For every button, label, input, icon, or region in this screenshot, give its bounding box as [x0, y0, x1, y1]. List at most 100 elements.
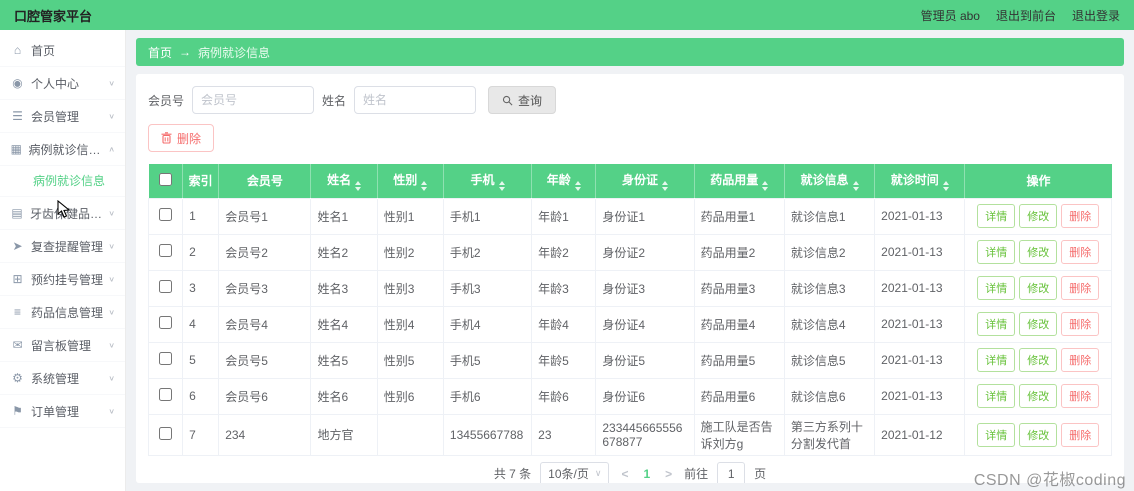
column-header[interactable]: 身份证 [595, 164, 695, 198]
member-no-input[interactable] [192, 86, 315, 114]
sort-carets-icon[interactable] [574, 180, 581, 191]
sidebar-item-3[interactable]: ▦ 病例就诊信息管理∧ [0, 133, 125, 166]
detail-button[interactable]: 详情 [977, 240, 1016, 264]
table-cell: 2021-01-13 [874, 377, 966, 415]
sidebar-item-2[interactable]: ☰ 会员管理 ∨ [0, 100, 125, 133]
sort-carets-icon[interactable] [355, 180, 362, 191]
chevron-down-icon: ∨ [594, 468, 602, 478]
breadcrumb-home[interactable]: 首页 [148, 44, 172, 61]
detail-button[interactable]: 详情 [977, 204, 1016, 228]
detail-button[interactable]: 详情 [977, 422, 1016, 447]
table-row: 1 会员号1 姓名1 性别1 手机1 年龄1 身份证1 药品用量1 就诊信息1 2021-01-1… [147, 197, 1112, 235]
app-title: 口腔管家平台 [14, 8, 93, 24]
sidebar-item-label: 订单管理 [31, 404, 80, 419]
back-to-front-link[interactable]: 退出到前台 [996, 7, 1056, 24]
row-checkbox[interactable] [159, 352, 173, 365]
detail-button[interactable]: 详情 [977, 384, 1016, 408]
row-checkbox[interactable] [159, 280, 173, 293]
detail-button[interactable]: 详情 [977, 276, 1016, 300]
sort-carets-icon[interactable] [421, 180, 428, 191]
name-input[interactable] [354, 86, 477, 114]
table-cell: 姓名5 [310, 341, 378, 379]
table-cell: 2021-01-12 [874, 413, 966, 456]
edit-button[interactable]: 修改 [1019, 276, 1058, 300]
delete-button[interactable]: 删除 [1061, 384, 1100, 408]
row-checkbox-cell [147, 413, 184, 456]
delete-button[interactable]: 删除 [1061, 348, 1100, 372]
column-header[interactable]: 药品用量 [694, 164, 785, 198]
table-cell: 就诊信息2 [783, 233, 876, 271]
sidebar-item-label: 留言板管理 [31, 338, 92, 353]
delete-button[interactable]: 删除 [1061, 276, 1100, 300]
table-cell: 年龄2 [531, 233, 597, 271]
delete-button[interactable]: 删除 [1061, 422, 1100, 447]
column-header[interactable]: 性别 [377, 164, 444, 198]
row-checkbox[interactable] [159, 388, 173, 401]
column-header[interactable]: 姓名 [310, 164, 378, 198]
delete-button[interactable]: 删除 [1061, 240, 1100, 264]
row-checkbox[interactable] [159, 316, 173, 329]
table-cell: 会员号1 [218, 197, 312, 235]
mouse-cursor [57, 200, 71, 218]
column-header: 索引 [182, 164, 220, 198]
table-cell [376, 413, 444, 456]
table-cell: 就诊信息5 [783, 341, 876, 379]
goto-page-input[interactable] [717, 461, 746, 483]
sidebar-item-7[interactable]: ≡ 药品信息管理 ∨ [0, 296, 125, 329]
page-size-select[interactable]: 10条/页 ∨ [540, 461, 610, 483]
edit-button[interactable]: 修改 [1019, 312, 1058, 336]
admin-label: 管理员 abo [920, 8, 980, 23]
table-cell: 13455667788 [442, 413, 533, 456]
chevron-down-icon: ∨ [108, 111, 115, 120]
row-checkbox[interactable] [159, 208, 173, 221]
delete-button[interactable]: 删除 [1061, 312, 1100, 336]
sidebar-item-8[interactable]: ✉ 留言板管理 ∨ [0, 329, 125, 362]
breadcrumb: 首页 → 病例就诊信息 [136, 38, 1124, 66]
column-header[interactable]: 年龄 [531, 164, 597, 198]
sidebar-item-label: 复查提醒管理 [31, 239, 104, 254]
sidebar-subitem[interactable]: 病例就诊信息 [0, 166, 125, 197]
sidebar-item-label: 个人中心 [31, 76, 80, 91]
sidebar-item-1[interactable]: ◉ 个人中心 ∨ [0, 67, 125, 100]
next-page-button[interactable]: > [662, 467, 675, 481]
table-cell: 年龄5 [531, 341, 597, 379]
table-cell: 第三方系列十分割发代首 [783, 413, 876, 456]
select-all-checkbox[interactable] [158, 172, 172, 186]
sort-carets-icon[interactable] [942, 180, 949, 191]
sort-carets-icon[interactable] [762, 180, 769, 191]
sidebar-item-6[interactable]: ⊞ 预约挂号管理 ∨ [0, 263, 125, 296]
page-number-1[interactable]: 1 [640, 467, 653, 481]
table-cell: 就诊信息6 [783, 377, 876, 415]
edit-button[interactable]: 修改 [1019, 348, 1058, 372]
edit-button[interactable]: 修改 [1019, 384, 1058, 408]
delete-button[interactable]: 删除 [148, 124, 215, 152]
sidebar-item-9[interactable]: ⚙ 系统管理 ∨ [0, 362, 125, 395]
edit-button[interactable]: 修改 [1019, 240, 1058, 264]
prev-page-button[interactable]: < [618, 467, 631, 481]
table-cell: 234 [218, 413, 312, 456]
row-checkbox[interactable] [159, 426, 173, 440]
table-cell: 会员号4 [218, 305, 312, 343]
table-cell: 手机2 [442, 233, 533, 271]
table-cell: 药品用量6 [693, 377, 785, 415]
column-header[interactable]: 手机 [443, 164, 533, 198]
column-header[interactable]: 就诊时间 [874, 164, 966, 198]
detail-button[interactable]: 详情 [977, 348, 1016, 372]
sidebar-item-5[interactable]: ➤ 复查提醒管理 ∨ [0, 230, 125, 263]
sidebar-item-0[interactable]: ⌂ 首页 [0, 34, 125, 67]
column-header-label: 性别 [393, 172, 418, 187]
column-header-label: 身份证 [621, 172, 658, 187]
column-header[interactable]: 就诊信息 [784, 164, 876, 198]
table-cell: 性别3 [376, 269, 444, 307]
logout-link[interactable]: 退出登录 [1072, 7, 1120, 24]
delete-button[interactable]: 删除 [1061, 204, 1100, 228]
sort-carets-icon[interactable] [662, 180, 668, 191]
row-checkbox[interactable] [159, 244, 173, 257]
edit-button[interactable]: 修改 [1019, 204, 1058, 228]
query-button[interactable]: 查询 [488, 86, 557, 114]
sort-carets-icon[interactable] [498, 180, 505, 191]
detail-button[interactable]: 详情 [977, 312, 1016, 336]
edit-button[interactable]: 修改 [1019, 422, 1058, 447]
sort-carets-icon[interactable] [852, 180, 859, 191]
sidebar-item-10[interactable]: ⚑ 订单管理 ∨ [0, 395, 125, 428]
